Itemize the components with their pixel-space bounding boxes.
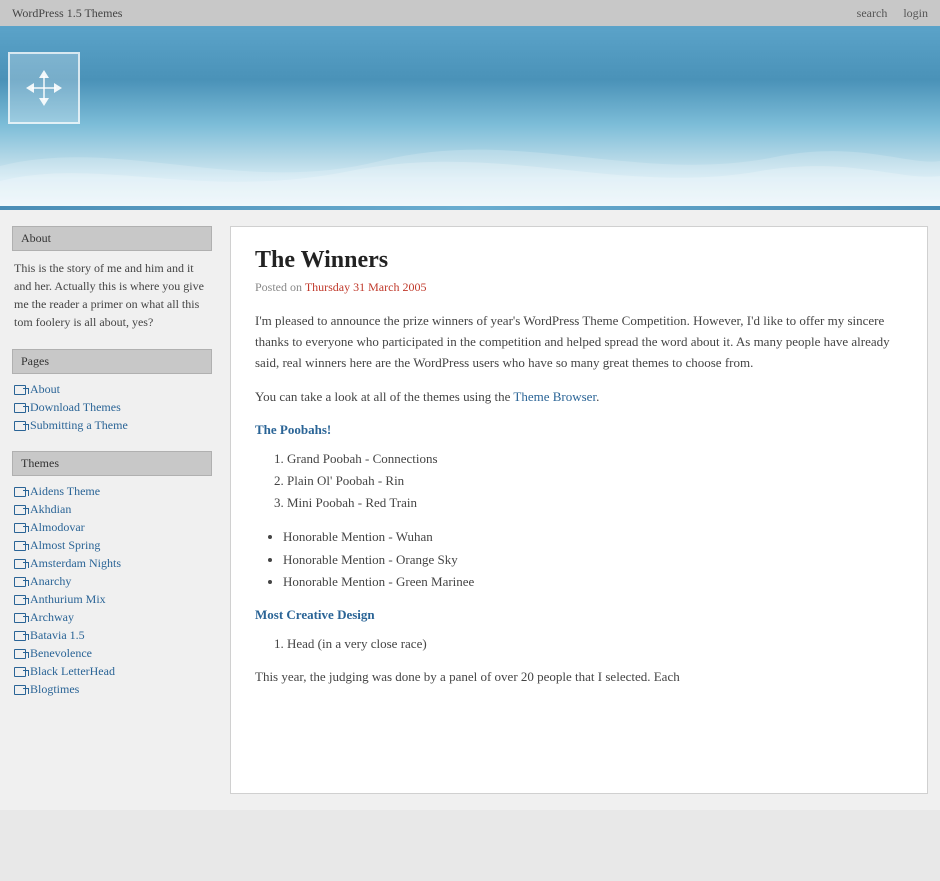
page-icon [14,559,26,569]
list-item: Anthurium Mix [14,592,210,607]
list-item: Archway [14,610,210,625]
page-icon [14,613,26,623]
paragraph-2-text-before: You can take a look at all of the themes… [255,389,513,404]
theme-amsterdam-link[interactable]: Amsterdam Nights [14,556,210,571]
theme-akhdian-link[interactable]: Akhdian [14,502,210,517]
theme-aidens-link[interactable]: Aidens Theme [14,484,210,499]
honorable-1: Honorable Mention - Wuhan [283,529,433,544]
list-item: Head (in a very close race) [287,633,903,655]
theme-blogtimes-link[interactable]: Blogtimes [14,682,210,697]
theme-almodovar-link[interactable]: Almodovar [14,520,210,535]
list-item: Honorable Mention - Green Marinee [283,571,903,593]
list-item: Blogtimes [14,682,210,697]
list-item: Black LetterHead [14,664,210,679]
list-item: About [14,382,210,397]
move-icon[interactable] [8,52,80,124]
list-item: Anarchy [14,574,210,589]
list-item: Akhdian [14,502,210,517]
list-item: Batavia 1.5 [14,628,210,643]
article-date: Posted on Thursday 31 March 2005 [255,280,903,295]
poobahs-unordered-list: Honorable Mention - Wuhan Honorable Ment… [283,526,903,592]
themes-list: Aidens Theme Akhdian Almodovar Almost Sp… [12,484,212,697]
page-icon [14,385,26,395]
theme-batavia-link[interactable]: Batavia 1.5 [14,628,210,643]
sidebar-themes-heading: Themes [12,451,212,476]
sidebar-pages-section: Pages About Download Themes [12,349,212,433]
article-paragraph-1: I'm pleased to announce the prize winner… [255,311,903,373]
page-icon [14,523,26,533]
sidebar-about-text: This is the story of me and him and it a… [12,259,212,331]
header-banner [0,26,940,206]
poobahs-subheading: The Poobahs! [255,422,903,438]
theme-anthurium-link[interactable]: Anthurium Mix [14,592,210,607]
header-wave-front [0,151,940,206]
honorable-3: Honorable Mention - Green Marinee [283,574,474,589]
list-item: Honorable Mention - Wuhan [283,526,903,548]
poobahs-ordered-list: Grand Poobah - Connections Plain Ol' Poo… [287,448,903,514]
pages-download-label: Download Themes [30,400,121,415]
theme-benevolence-link[interactable]: Benevolence [14,646,210,661]
list-item: Mini Poobah - Red Train [287,492,903,514]
honorable-2: Honorable Mention - Orange Sky [283,552,458,567]
sidebar-themes-section: Themes Aidens Theme Akhdian Almodovar Al… [12,451,212,697]
search-link[interactable]: search [857,6,888,21]
list-item: Download Themes [14,400,210,415]
poobah-3: Mini Poobah - Red Train [287,495,417,510]
main-content: The Winners Posted on Thursday 31 March … [230,226,928,794]
list-item: Almodovar [14,520,210,535]
sidebar-about-section: About This is the story of me and him an… [12,226,212,331]
poobah-2: Plain Ol' Poobah - Rin [287,473,404,488]
theme-almost-spring-link[interactable]: Almost Spring [14,538,210,553]
closing-text: This year, the judging was done by a pan… [255,667,903,688]
creative-subheading: Most Creative Design [255,607,903,623]
article-paragraph-2: You can take a look at all of the themes… [255,387,903,408]
page-icon [14,685,26,695]
pages-download-link[interactable]: Download Themes [14,400,210,415]
list-item: Amsterdam Nights [14,556,210,571]
article-date-link[interactable]: Thursday 31 March 2005 [305,280,427,294]
theme-anarchy-link[interactable]: Anarchy [14,574,210,589]
pages-list: About Download Themes Submitting a Theme [12,382,212,433]
list-item: Honorable Mention - Orange Sky [283,549,903,571]
pages-submit-label: Submitting a Theme [30,418,128,433]
article-title: The Winners [255,247,903,274]
page-icon [14,487,26,497]
page-icon [14,403,26,413]
sidebar: About This is the story of me and him an… [12,226,212,794]
top-bar: WordPress 1.5 Themes search login [0,0,940,26]
list-item: Plain Ol' Poobah - Rin [287,470,903,492]
page-icon [14,541,26,551]
list-item: Almost Spring [14,538,210,553]
page-icon [14,577,26,587]
theme-blackletterhead-link[interactable]: Black LetterHead [14,664,210,679]
list-item: Aidens Theme [14,484,210,499]
list-item: Grand Poobah - Connections [287,448,903,470]
poobah-1: Grand Poobah - Connections [287,451,438,466]
sidebar-about-heading: About [12,226,212,251]
pages-about-link[interactable]: About [14,382,210,397]
page-icon [14,667,26,677]
content-wrapper: About This is the story of me and him an… [0,210,940,810]
page-icon [14,505,26,515]
creative-1: Head (in a very close race) [287,636,427,651]
login-link[interactable]: login [903,6,928,21]
page-icon [14,631,26,641]
theme-browser-link[interactable]: Theme Browser [513,389,596,404]
posted-prefix: Posted on [255,280,302,294]
sidebar-pages-heading: Pages [12,349,212,374]
pages-about-label: About [30,382,60,397]
list-item: Benevolence [14,646,210,661]
page-icon [14,649,26,659]
page-icon [14,595,26,605]
page-icon [14,421,26,431]
site-title: WordPress 1.5 Themes [12,6,122,21]
pages-submit-link[interactable]: Submitting a Theme [14,418,210,433]
theme-archway-link[interactable]: Archway [14,610,210,625]
list-item: Submitting a Theme [14,418,210,433]
creative-ordered-list: Head (in a very close race) [287,633,903,655]
top-bar-links: search login [857,6,928,21]
